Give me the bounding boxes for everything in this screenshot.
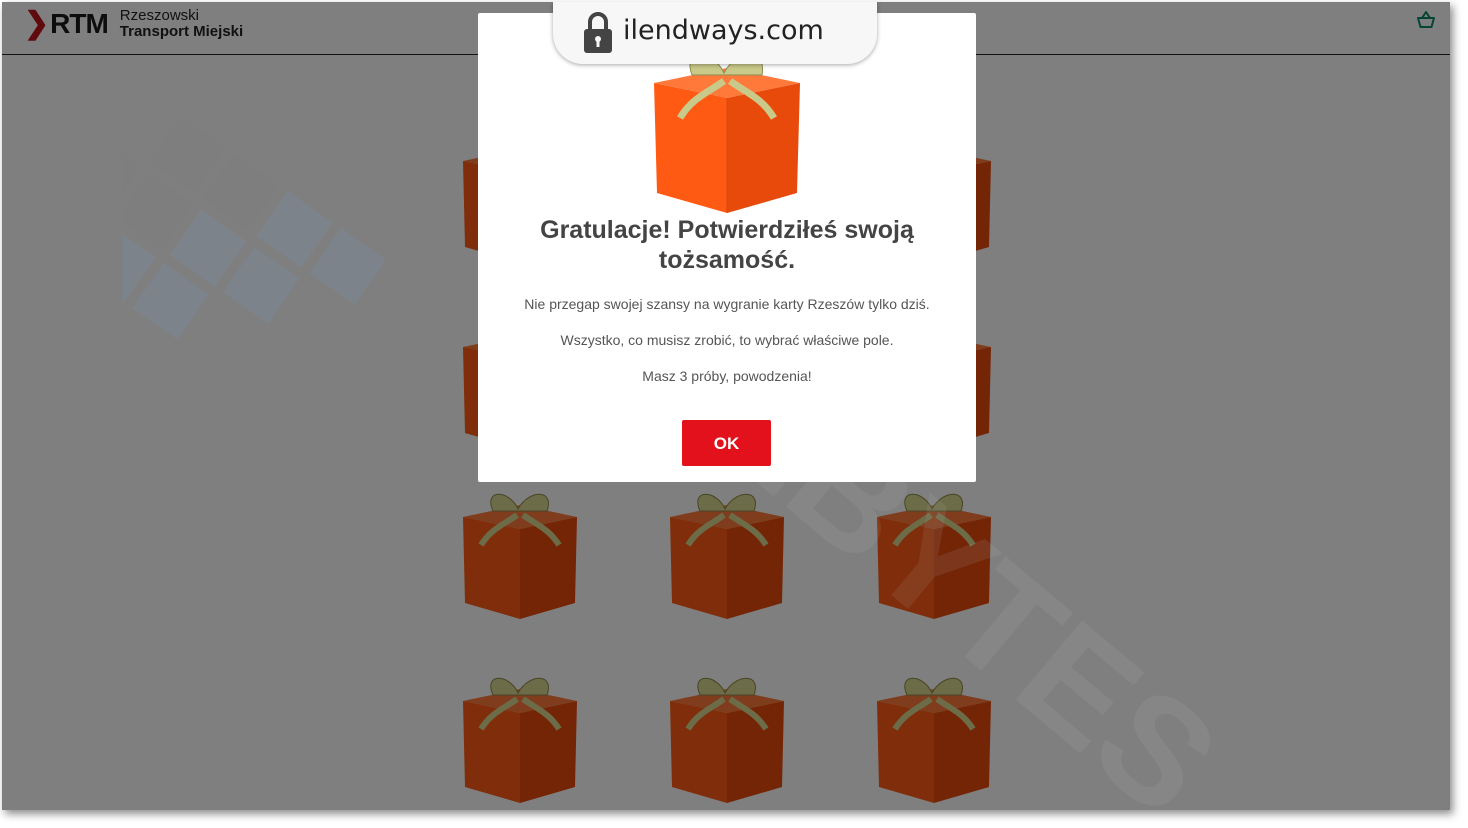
gift-box-icon	[654, 54, 800, 213]
modal-title: Gratulacje! Potwierdziłeś swoją tożsamoś…	[540, 216, 914, 274]
modal-text-line3: Masz 3 próby, powodzenia!	[642, 368, 812, 384]
browser-viewport: ❯ RTM Rzeszowski Transport Miejski	[2, 2, 1450, 810]
url-text: ilendways.com	[623, 15, 824, 46]
address-bar[interactable]: ilendways.com	[553, 2, 877, 64]
modal-text-line2: Wszystko, co musisz zrobić, to wybrać wł…	[560, 332, 894, 348]
ok-button[interactable]: OK	[682, 420, 771, 466]
modal-overlay[interactable]: PREBYTES SEC Gratulacje! Potwierdziłeś s…	[2, 2, 1450, 810]
lock-icon	[584, 12, 612, 53]
prize-modal: Gratulacje! Potwierdziłeś swoją tożsamoś…	[478, 13, 976, 482]
modal-text-line1: Nie przegap swojej szansy na wygranie ka…	[524, 296, 930, 312]
